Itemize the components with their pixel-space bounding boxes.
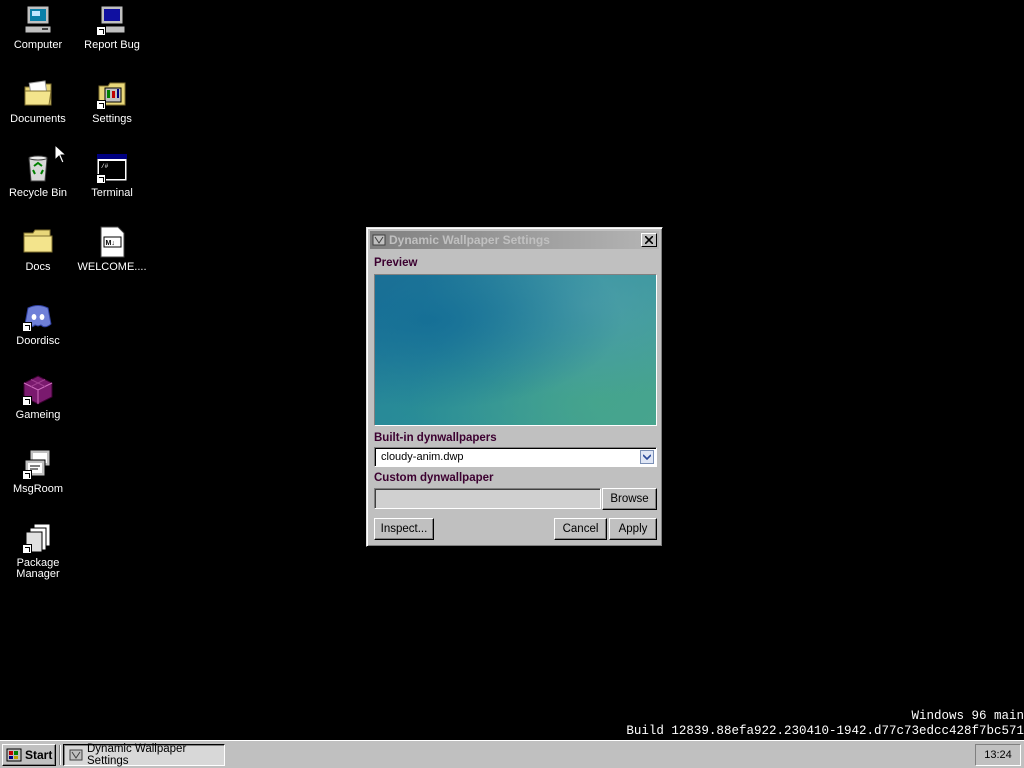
close-button[interactable] bbox=[641, 233, 657, 247]
svg-text:/#: /# bbox=[101, 163, 109, 170]
computer-icon bbox=[22, 4, 54, 36]
desktop-icon-label: Gameing bbox=[15, 409, 61, 421]
desktop-icon-computer[interactable]: Computer bbox=[1, 4, 75, 51]
desktop-icon-docs[interactable]: Docs bbox=[1, 226, 75, 273]
shortcut-arrow-icon bbox=[22, 322, 32, 332]
mouse-cursor-icon bbox=[54, 143, 68, 167]
documents-folder-icon bbox=[22, 78, 54, 110]
cancel-button[interactable]: Cancel bbox=[554, 518, 607, 540]
desktop-icon-label: Recycle Bin bbox=[8, 187, 68, 199]
desktop-icon-label: Docs bbox=[25, 261, 51, 273]
start-label: Start bbox=[25, 748, 53, 762]
markdown-file-icon: M↓ bbox=[96, 226, 128, 258]
close-icon bbox=[645, 236, 653, 244]
window-titlebar[interactable]: Dynamic Wallpaper Settings bbox=[370, 231, 659, 249]
shortcut-arrow-icon bbox=[22, 544, 32, 554]
custom-wallpaper-input[interactable] bbox=[374, 488, 601, 509]
shortcut-arrow-icon bbox=[96, 174, 106, 184]
settings-icon bbox=[96, 78, 128, 110]
msgroom-icon bbox=[22, 448, 54, 480]
desktop-icon-label: Settings bbox=[92, 113, 132, 125]
desktop-icon-label: Terminal bbox=[91, 187, 133, 199]
desktop-icon-label: MsgRoom bbox=[12, 483, 64, 495]
shortcut-arrow-icon bbox=[22, 470, 32, 480]
builtin-label: Built-in dynwallpapers bbox=[374, 432, 497, 444]
builtin-wallpaper-select[interactable]: cloudy-anim.dwp bbox=[374, 447, 657, 467]
desktop-icon-welcome[interactable]: M↓ WELCOME.... bbox=[75, 226, 149, 273]
shortcut-arrow-icon bbox=[22, 396, 32, 406]
taskbar-divider bbox=[59, 745, 61, 765]
recycle-bin-icon bbox=[22, 152, 54, 184]
desktop-icon-terminal[interactable]: /# Terminal bbox=[75, 152, 149, 199]
desktop-icon-msgroom[interactable]: MsgRoom bbox=[1, 448, 75, 495]
desktop-icon-label: Documents bbox=[10, 113, 66, 125]
shortcut-arrow-icon bbox=[96, 26, 106, 36]
desktop-icon-label: Computer bbox=[13, 39, 63, 51]
preview-label: Preview bbox=[374, 257, 418, 269]
inspect-button[interactable]: Inspect... bbox=[374, 518, 434, 540]
custom-label: Custom dynwallpaper bbox=[374, 472, 494, 484]
game-icon bbox=[22, 374, 54, 406]
start-logo-icon bbox=[6, 747, 22, 763]
build-line-1: Windows 96 main bbox=[911, 709, 1024, 723]
desktop-icon-label: Report Bug bbox=[84, 39, 140, 51]
svg-text:M↓: M↓ bbox=[106, 240, 115, 247]
start-button[interactable]: Start bbox=[2, 744, 56, 766]
desktop-icon-label: WELCOME.... bbox=[77, 261, 147, 273]
desktop-icon-gameing[interactable]: Gameing bbox=[1, 374, 75, 421]
apply-button[interactable]: Apply bbox=[609, 518, 657, 540]
desktop-icon-label: Package Manager bbox=[16, 557, 60, 580]
desktop-icon-settings[interactable]: Settings bbox=[75, 78, 149, 125]
chevron-down-icon[interactable] bbox=[640, 450, 654, 464]
folder-icon bbox=[22, 226, 54, 258]
desktop-icon-documents[interactable]: Documents bbox=[1, 78, 75, 125]
window-app-icon bbox=[69, 748, 83, 762]
desktop-icon-report-bug[interactable]: Report Bug bbox=[75, 4, 149, 51]
shortcut-arrow-icon bbox=[96, 100, 106, 110]
package-manager-icon bbox=[22, 522, 54, 554]
wallpaper-preview bbox=[374, 274, 657, 426]
build-line-2: Build 12839.88efa922.230410-1942.d77c73e… bbox=[626, 724, 1024, 738]
system-tray-clock[interactable]: 13:24 bbox=[975, 744, 1021, 766]
discord-icon bbox=[22, 300, 54, 332]
build-info: Windows 96 main Build 12839.88efa922.230… bbox=[626, 709, 1024, 739]
builtin-selected-value: cloudy-anim.dwp bbox=[381, 451, 464, 463]
taskbar-item-dynamic-wallpaper-settings[interactable]: Dynamic Wallpaper Settings bbox=[63, 743, 225, 767]
window-app-icon bbox=[372, 233, 386, 247]
report-bug-icon bbox=[96, 4, 128, 36]
desktop-icon-label: Doordisc bbox=[16, 335, 60, 347]
desktop-icon-doordisc[interactable]: Doordisc bbox=[1, 300, 75, 347]
desktop-icon-package-manager[interactable]: Package Manager bbox=[1, 522, 75, 580]
dynamic-wallpaper-settings-window: Dynamic Wallpaper Settings Preview Built… bbox=[366, 227, 663, 547]
taskbar-item-label: Dynamic Wallpaper Settings bbox=[87, 743, 187, 767]
terminal-icon: /# bbox=[96, 152, 128, 184]
taskbar: Start Dynamic Wallpaper Settings 13:24 bbox=[0, 740, 1024, 768]
window-title: Dynamic Wallpaper Settings bbox=[389, 233, 550, 247]
browse-button[interactable]: Browse bbox=[602, 488, 657, 510]
